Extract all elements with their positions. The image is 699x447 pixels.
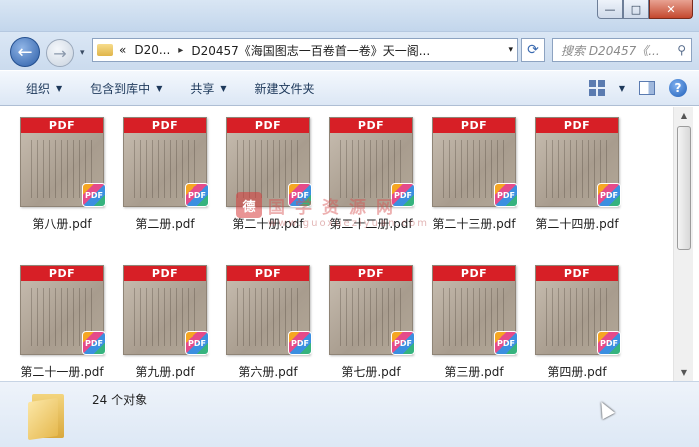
include-in-library-menu[interactable]: 包含到库中 ▼ bbox=[76, 71, 176, 105]
pdf-banner: PDF bbox=[21, 118, 103, 133]
file-name: 第九册.pdf bbox=[135, 365, 195, 379]
view-options-caret-icon[interactable]: ▼ bbox=[619, 84, 625, 93]
organize-label: 组织 bbox=[26, 81, 51, 96]
pdf-file-icon: PDF bbox=[185, 183, 209, 207]
recent-pages-dropdown[interactable]: ▾ bbox=[80, 48, 85, 58]
pdf-file-icon: PDF bbox=[288, 183, 312, 207]
pdf-banner: PDF bbox=[433, 266, 515, 281]
pdf-banner: PDF bbox=[21, 266, 103, 281]
item-count: 24 个对象 bbox=[92, 393, 148, 407]
minimize-button[interactable]: — bbox=[597, 0, 623, 19]
file-name: 第二十一册.pdf bbox=[20, 365, 104, 379]
breadcrumb-overflow-icon[interactable]: « bbox=[119, 43, 126, 57]
change-view-icon[interactable] bbox=[588, 80, 605, 96]
search-input[interactable]: 搜索 D20457《... ⚲ bbox=[552, 38, 692, 62]
pdf-file-icon: PDF bbox=[288, 331, 312, 355]
pdf-file-icon: PDF bbox=[494, 183, 518, 207]
include-library-label: 包含到库中 bbox=[90, 81, 151, 96]
pdf-file-icon: PDF bbox=[82, 183, 106, 207]
address-bar[interactable]: « D20... ▸ D20457《海国图志一百卷首一卷》天一阁... ▾ bbox=[92, 38, 518, 62]
close-button[interactable]: ✕ bbox=[649, 0, 693, 19]
file-view[interactable]: PDF PDF 第八册.pdf PDF PDF 第二册.pdf PDF PDF 第二十册.pdf… bbox=[0, 107, 672, 381]
pdf-file-icon: PDF bbox=[82, 331, 106, 355]
file-item[interactable]: PDF PDF 第二十二册.pdf bbox=[323, 111, 419, 251]
pdf-banner: PDF bbox=[536, 266, 618, 281]
address-row: ← → ▾ « D20... ▸ D20457《海国图志一百卷首一卷》天一阁..… bbox=[0, 32, 699, 70]
new-folder-button[interactable]: 新建文件夹 bbox=[241, 71, 329, 105]
file-name: 第八册.pdf bbox=[32, 217, 92, 231]
file-item[interactable]: PDF PDF 第二十册.pdf bbox=[220, 111, 316, 251]
caret-down-icon: ▼ bbox=[56, 83, 63, 93]
pdf-banner: PDF bbox=[227, 266, 309, 281]
file-item[interactable]: PDF PDF 第九册.pdf bbox=[117, 259, 213, 381]
back-button[interactable]: ← bbox=[10, 37, 40, 67]
caret-down-icon: ▼ bbox=[220, 83, 227, 93]
maximize-button[interactable]: □ bbox=[623, 0, 649, 19]
command-bar: 组织 ▼ 包含到库中 ▼ 共享 ▼ 新建文件夹 ▼ ? bbox=[0, 70, 699, 106]
pdf-file-icon: PDF bbox=[597, 183, 621, 207]
back-arrow-icon: ← bbox=[17, 41, 33, 63]
folder-large-icon bbox=[28, 390, 68, 441]
forward-arrow-icon: → bbox=[53, 43, 67, 63]
preview-pane-icon[interactable] bbox=[639, 81, 655, 95]
pdf-file-icon: PDF bbox=[597, 331, 621, 355]
file-name: 第二十三册.pdf bbox=[432, 217, 516, 231]
file-name: 第二十二册.pdf bbox=[329, 217, 413, 231]
pdf-file-icon: PDF bbox=[494, 331, 518, 355]
file-item[interactable]: PDF PDF 第六册.pdf bbox=[220, 259, 316, 381]
pdf-file-icon: PDF bbox=[391, 331, 415, 355]
details-pane: 24 个对象 bbox=[0, 381, 699, 447]
file-item[interactable]: PDF PDF 第八册.pdf bbox=[14, 111, 110, 251]
pdf-file-icon: PDF bbox=[185, 331, 209, 355]
file-name: 第四册.pdf bbox=[547, 365, 607, 379]
forward-button[interactable]: → bbox=[46, 39, 74, 67]
scroll-thumb[interactable] bbox=[677, 126, 691, 250]
window-controls: — □ ✕ bbox=[597, 0, 693, 19]
help-icon[interactable]: ? bbox=[669, 79, 687, 97]
refresh-icon: ⟳ bbox=[527, 42, 539, 58]
view-controls: ▼ ? bbox=[588, 79, 687, 97]
pdf-banner: PDF bbox=[536, 118, 618, 133]
organize-menu[interactable]: 组织 ▼ bbox=[0, 71, 76, 105]
file-item[interactable]: PDF PDF 第三册.pdf bbox=[426, 259, 522, 381]
share-label: 共享 bbox=[190, 81, 215, 96]
file-name: 第二十册.pdf bbox=[232, 217, 304, 231]
scroll-down-icon[interactable]: ▼ bbox=[674, 364, 694, 381]
file-name: 第二册.pdf bbox=[135, 217, 195, 231]
new-folder-label: 新建文件夹 bbox=[254, 81, 315, 96]
share-menu[interactable]: 共享 ▼ bbox=[176, 71, 240, 105]
caret-down-icon: ▼ bbox=[156, 83, 163, 93]
file-item[interactable]: PDF PDF 第二十三册.pdf bbox=[426, 111, 522, 251]
address-dropdown-icon[interactable]: ▾ bbox=[508, 45, 513, 55]
search-icon[interactable]: ⚲ bbox=[677, 43, 686, 57]
folder-icon bbox=[97, 44, 113, 56]
pdf-banner: PDF bbox=[330, 118, 412, 133]
pdf-banner: PDF bbox=[433, 118, 515, 133]
vertical-scrollbar[interactable]: ▲ ▼ bbox=[673, 107, 693, 381]
refresh-button[interactable]: ⟳ bbox=[521, 38, 545, 62]
scroll-up-icon[interactable]: ▲ bbox=[674, 107, 694, 124]
search-placeholder: 搜索 D20457《... bbox=[561, 43, 660, 58]
file-name: 第七册.pdf bbox=[341, 365, 401, 379]
breadcrumb-item[interactable]: D20457《海国图志一百卷首一卷》天一阁... bbox=[191, 42, 430, 59]
file-item[interactable]: PDF PDF 第四册.pdf bbox=[529, 259, 625, 381]
file-item[interactable]: PDF PDF 第二十四册.pdf bbox=[529, 111, 625, 251]
file-name: 第三册.pdf bbox=[444, 365, 504, 379]
pdf-banner: PDF bbox=[330, 266, 412, 281]
breadcrumb-item[interactable]: D20... bbox=[134, 43, 170, 57]
file-name: 第二十四册.pdf bbox=[535, 217, 619, 231]
pdf-banner: PDF bbox=[124, 118, 206, 133]
file-name: 第六册.pdf bbox=[238, 365, 298, 379]
pdf-file-icon: PDF bbox=[391, 183, 415, 207]
file-item[interactable]: PDF PDF 第二十一册.pdf bbox=[14, 259, 110, 381]
breadcrumb-separator-icon[interactable]: ▸ bbox=[178, 45, 183, 56]
file-item[interactable]: PDF PDF 第七册.pdf bbox=[323, 259, 419, 381]
pdf-banner: PDF bbox=[124, 266, 206, 281]
pdf-banner: PDF bbox=[227, 118, 309, 133]
file-item[interactable]: PDF PDF 第二册.pdf bbox=[117, 111, 213, 251]
title-bar: — □ ✕ bbox=[0, 0, 699, 32]
